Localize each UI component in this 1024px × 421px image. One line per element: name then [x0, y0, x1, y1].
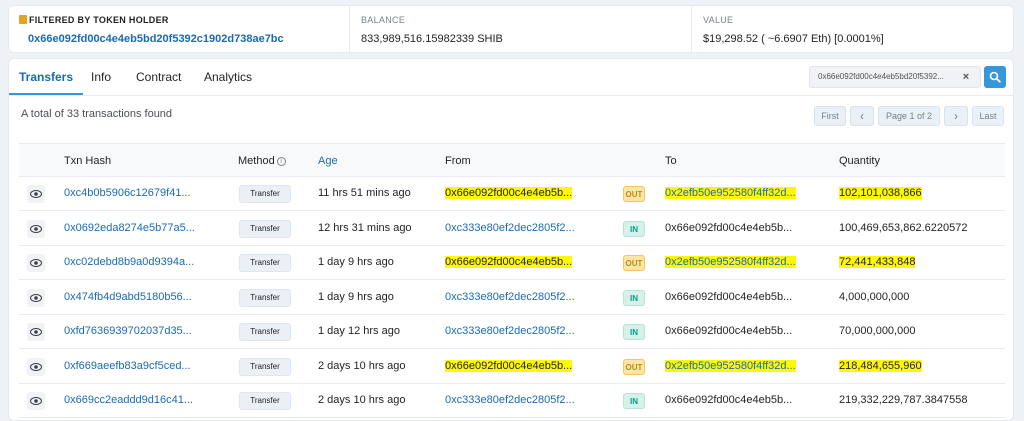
active-tab-indicator: [9, 93, 83, 95]
eye-icon[interactable]: [27, 392, 45, 410]
age-value: 1 day 9 hrs ago: [318, 256, 394, 268]
direction-badge: OUT: [623, 358, 645, 375]
txn-hash-link[interactable]: 0xfd7636939702037d35...: [64, 325, 192, 337]
clear-filter-button[interactable]: ×: [956, 67, 976, 87]
total-transactions-text: A total of 33 transactions found: [21, 108, 173, 120]
pager-first-button[interactable]: First: [814, 106, 846, 126]
quantity-value: 218,484,655,960: [839, 359, 922, 372]
to-address-link[interactable]: 0x2efb50e952580f4ff32d...: [665, 359, 796, 372]
filter-icon: [19, 15, 27, 24]
filter-address-link[interactable]: 0x66e092fd00c4e4eb5bd20f5392c1902d738ae7…: [28, 33, 284, 45]
quantity-value: 72,441,433,848: [839, 256, 916, 268]
direction-badge: IN: [623, 289, 645, 306]
method-badge: Transfer: [239, 185, 291, 203]
txn-hash-link[interactable]: 0x669cc2eaddd9d16c41...: [64, 394, 193, 406]
quantity-value: 70,000,000,000: [839, 325, 916, 337]
quantity-value: 4,000,000,000: [839, 290, 910, 303]
direction-badge: OUT: [623, 255, 645, 271]
tab-analytics[interactable]: Analytics: [204, 70, 252, 84]
table-header: Txn Hash Method i Age From To Quantity: [19, 143, 1005, 177]
balance-label: BALANCE: [361, 15, 406, 25]
table-row: 0x0692eda8274e5b77a5... Transfer 12 hrs 31…: [19, 212, 1005, 246]
value-value: $19,298.52 ( ~6.6907 Eth) [0.0001%]: [703, 33, 884, 45]
col-method-label: Method: [238, 155, 275, 167]
col-age[interactable]: Age: [318, 155, 338, 167]
age-value: 2 days 10 hrs ago: [318, 394, 406, 406]
eye-icon[interactable]: [27, 254, 45, 272]
balance-value: 833,989,516.15982339 SHIB: [361, 33, 503, 45]
direction-badge: OUT: [623, 186, 645, 202]
col-from: From: [445, 155, 471, 167]
method-badge: Transfer: [239, 288, 291, 307]
age-value: 11 hrs 51 mins ago: [318, 187, 411, 199]
txn-hash-link[interactable]: 0xf669aeefb83a9cf5ced...: [64, 360, 191, 372]
col-txn-hash: Txn Hash: [64, 155, 112, 167]
quantity-value: 219,332,229,787.3847558: [839, 394, 968, 406]
filter-label: FILTERED BY TOKEN HOLDER: [29, 15, 169, 25]
to-address-link[interactable]: 0x2efb50e952580f4ff32d...: [665, 187, 796, 199]
table-row: 0xc4b0b5906c12679f41... Transfer 11 hrs 51…: [19, 177, 1005, 211]
to-address-link: 0x66e092fd00c4e4eb5b...: [665, 290, 793, 303]
age-value: 2 days 10 hrs ago: [318, 359, 406, 372]
direction-badge: IN: [623, 393, 645, 409]
to-address-link: 0x66e092fd00c4e4eb5b...: [665, 221, 793, 234]
tab-transfers[interactable]: Transfers: [19, 70, 73, 84]
tab-contract[interactable]: Contract: [136, 70, 181, 84]
info-icon[interactable]: i: [276, 157, 286, 166]
value-column: VALUE $19,298.52 ( ~6.6907 Eth) [0.0001%…: [691, 6, 1011, 54]
tab-info[interactable]: Info: [91, 70, 111, 84]
age-value: 1 day 9 hrs ago: [318, 290, 394, 303]
from-address-link[interactable]: 0xc333e80ef2dec2805f2...: [445, 222, 575, 234]
from-address-link[interactable]: 0xc333e80ef2dec2805f2...: [445, 394, 575, 406]
pager-last-button[interactable]: Last: [972, 106, 1004, 126]
table-row: 0xf669aeefb83a9cf5ced... Transfer 2 days 1…: [19, 350, 1005, 384]
pager-prev-button[interactable]: ‹: [850, 106, 874, 126]
table-row: 0x669cc2eaddd9d16c41... Transfer 2 days 10…: [19, 384, 1005, 418]
method-badge: Transfer: [239, 323, 291, 341]
quantity-value: 102,101,038,866: [839, 187, 922, 199]
from-address-link: 0x66e092fd00c4e4eb5b...: [445, 256, 573, 268]
eye-icon[interactable]: [27, 357, 45, 376]
table-row: 0xfd7636939702037d35... Transfer 1 day 12 …: [19, 315, 1005, 349]
from-address-link[interactable]: 0xc333e80ef2dec2805f2...: [445, 291, 575, 303]
pager-page-indicator: Page 1 of 2: [878, 106, 940, 126]
from-address-link: 0x66e092fd00c4e4eb5b...: [445, 359, 573, 372]
age-value: 12 hrs 31 mins ago: [318, 221, 412, 234]
method-badge: Transfer: [239, 392, 291, 410]
eye-icon[interactable]: [27, 185, 45, 203]
filter-column: FILTERED BY TOKEN HOLDER 0x66e092fd00c4e…: [19, 6, 349, 54]
txn-hash-link[interactable]: 0x474fb4d9abd5180b56...: [64, 291, 192, 303]
tab-bar: Transfers Info Contract Analytics 0x66e0…: [9, 59, 1013, 96]
method-badge: Transfer: [239, 254, 291, 272]
quantity-value: 100,469,653,862.6220572: [839, 221, 968, 234]
to-address-link[interactable]: 0x2efb50e952580f4ff32d...: [665, 256, 796, 268]
txn-hash-link[interactable]: 0xc02debd8b9a0d9394a...: [64, 256, 194, 268]
search-button[interactable]: [984, 66, 1006, 88]
method-badge: Transfer: [239, 219, 291, 238]
age-value: 1 day 12 hrs ago: [318, 325, 400, 337]
eye-icon[interactable]: [27, 288, 45, 307]
table-row: 0x474fb4d9abd5180b56... Transfer 1 day 9 h…: [19, 281, 1005, 315]
txn-hash-link[interactable]: 0xc4b0b5906c12679f41...: [64, 187, 191, 199]
method-badge: Transfer: [239, 357, 291, 376]
txn-hash-link[interactable]: 0x0692eda8274e5b77a5...: [64, 222, 195, 234]
to-address-link: 0x66e092fd00c4e4eb5b...: [665, 394, 793, 406]
eye-icon[interactable]: [27, 219, 45, 238]
to-address-link: 0x66e092fd00c4e4eb5b...: [665, 325, 793, 337]
from-address-link[interactable]: 0xc333e80ef2dec2805f2...: [445, 325, 575, 337]
eye-icon[interactable]: [27, 323, 45, 341]
from-address-link: 0x66e092fd00c4e4eb5b...: [445, 187, 573, 199]
direction-badge: IN: [623, 220, 645, 237]
col-to: To: [665, 155, 677, 167]
table-row: 0xc02debd8b9a0d9394a... Transfer 1 day 9 h…: [19, 246, 1005, 280]
search-icon: [989, 71, 1001, 83]
direction-badge: IN: [623, 324, 645, 340]
value-label: VALUE: [703, 15, 734, 25]
transfers-panel: Transfers Info Contract Analytics 0x66e0…: [8, 58, 1014, 421]
col-method: Method i: [238, 155, 286, 167]
balance-column: BALANCE 833,989,516.15982339 SHIB: [349, 6, 689, 54]
pager-next-button[interactable]: ›: [944, 106, 968, 126]
col-quantity: Quantity: [839, 155, 880, 167]
token-holder-summary: FILTERED BY TOKEN HOLDER 0x66e092fd00c4e…: [8, 5, 1014, 54]
